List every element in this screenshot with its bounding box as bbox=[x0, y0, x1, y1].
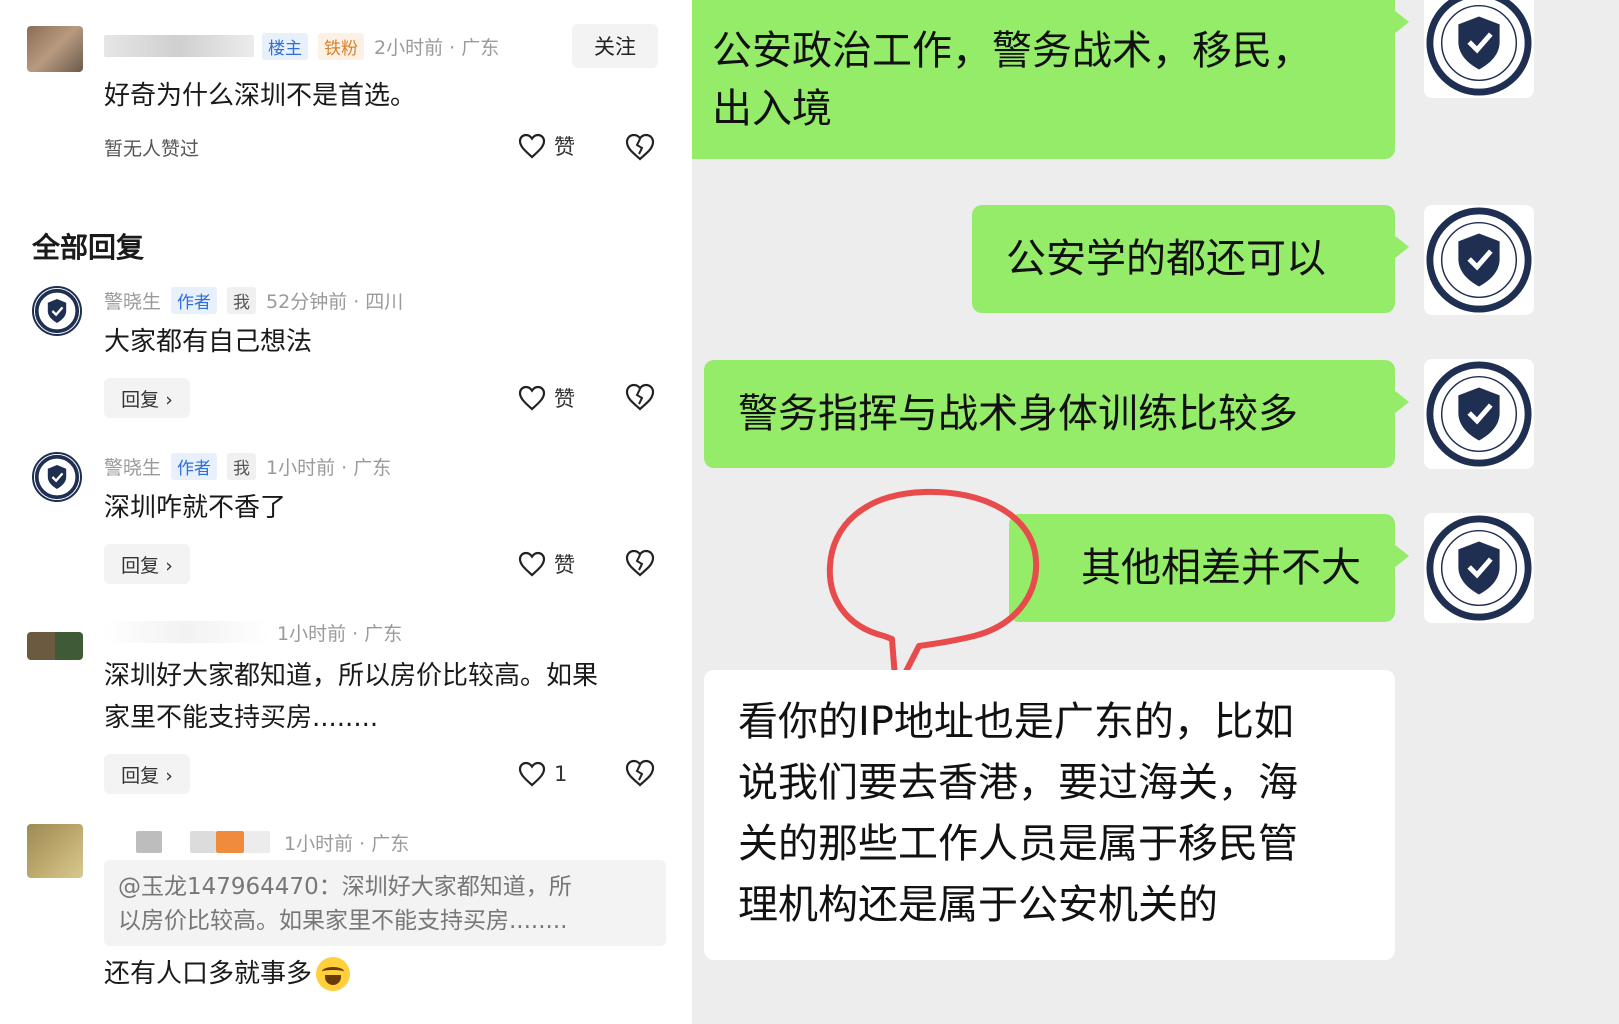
broken-heart-icon[interactable] bbox=[624, 548, 656, 578]
like-label: 赞 bbox=[554, 553, 575, 577]
comment-text: 好奇为什么深圳不是首选。 bbox=[104, 81, 417, 111]
tag-me: 我 bbox=[227, 452, 257, 480]
avatar[interactable] bbox=[32, 452, 82, 502]
like-button[interactable]: 1 bbox=[518, 756, 567, 792]
comment-time: 1小时前 · 广东 bbox=[284, 832, 410, 855]
heart-outline-icon bbox=[518, 761, 546, 787]
tag-tiefen: 铁粉 bbox=[318, 32, 364, 60]
quote-line1: @玉龙147964470：深圳好大家都知道，所 bbox=[118, 874, 572, 900]
comment-meta: 警晓生 作者 我 1小时前 · 广东 bbox=[104, 452, 391, 480]
heart-outline-icon bbox=[518, 133, 546, 159]
avatar[interactable] bbox=[27, 824, 83, 878]
tag-author: 作者 bbox=[171, 286, 218, 314]
like-label: 赞 bbox=[554, 387, 575, 411]
comment-time: 2小时前 · 广东 bbox=[374, 36, 500, 59]
comment-time: 52分钟前 · 四川 bbox=[266, 290, 404, 313]
avatar[interactable] bbox=[1424, 0, 1534, 98]
quote-line2: 以房价比较高。如果家里不能支持买房........ bbox=[118, 908, 568, 934]
comment-time: 1小时前 · 广东 bbox=[266, 456, 392, 479]
message-line1: 其他相差并不大 bbox=[1081, 545, 1361, 591]
comment-time: 1小时前 · 广东 bbox=[277, 622, 403, 645]
police-badge-avatar-icon bbox=[1426, 207, 1532, 313]
comment-text-line1: 深圳好大家都知道，所以房价比较高。如果 bbox=[104, 661, 599, 691]
quoted-reply: @玉龙147964470：深圳好大家都知道，所 以房价比较高。如果家里不能支持买… bbox=[104, 860, 666, 946]
comment-text: 深圳咋就不香了 bbox=[104, 493, 287, 523]
avatar[interactable] bbox=[27, 26, 83, 72]
heart-outline-icon bbox=[518, 551, 546, 577]
message-line1: 公安学的都还可以 bbox=[1006, 236, 1326, 282]
broken-heart-icon[interactable] bbox=[624, 758, 656, 788]
like-button[interactable]: 赞 bbox=[518, 546, 575, 582]
no-like-text: 暂无人赞过 bbox=[104, 138, 200, 160]
username[interactable]: 警晓生 bbox=[104, 287, 161, 314]
broken-heart-icon[interactable] bbox=[624, 382, 656, 412]
message-line1: 警务指挥与战术身体训练比较多 bbox=[738, 391, 1298, 437]
comment-meta: 楼主 铁粉 2小时前 · 广东 bbox=[104, 32, 499, 60]
username[interactable]: 警晓生 bbox=[104, 453, 161, 480]
blurred-username bbox=[136, 831, 162, 853]
comment-meta: 1小时前 · 广东 bbox=[104, 618, 402, 646]
comment-meta: 1小时前 · 广东 bbox=[104, 828, 409, 856]
police-badge-avatar-icon bbox=[34, 454, 80, 500]
avatar[interactable] bbox=[1424, 513, 1534, 623]
blurred-username bbox=[104, 621, 269, 643]
like-button[interactable]: 赞 bbox=[518, 380, 575, 416]
red-annotation-bubble bbox=[826, 488, 1040, 694]
comment-text: 大家都有自己想法 bbox=[104, 327, 313, 357]
tag-me: 我 bbox=[227, 286, 257, 314]
police-badge-avatar-icon bbox=[34, 288, 80, 334]
avatar[interactable] bbox=[32, 286, 82, 336]
chat-panel: 公安政治工作，警务战术，移民， 出入境 公安学的都还可以 警务指挥与战术身体训练… bbox=[692, 0, 1619, 1024]
message-line1: 看你的IP地址也是广东的，比如 bbox=[738, 699, 1294, 745]
reply-button[interactable]: 回复 › bbox=[104, 754, 190, 794]
chat-bubble-sent: 其他相差并不大 bbox=[1009, 514, 1409, 622]
like-label: 赞 bbox=[554, 135, 575, 159]
avatar[interactable] bbox=[1424, 205, 1534, 315]
tag-louzhu: 楼主 bbox=[262, 32, 308, 60]
comment-meta: 警晓生 作者 我 52分钟前 · 四川 bbox=[104, 286, 403, 314]
reply-button[interactable]: 回复 › bbox=[104, 544, 190, 584]
police-badge-avatar-icon bbox=[1426, 515, 1532, 621]
reply-button[interactable]: 回复 › bbox=[104, 378, 190, 418]
police-badge-avatar-icon bbox=[1426, 361, 1532, 467]
police-badge-avatar-icon bbox=[1426, 0, 1532, 96]
chat-bubble-sent: 公安学的都还可以 bbox=[972, 205, 1409, 313]
all-replies-title: 全部回复 bbox=[32, 231, 145, 264]
avatar[interactable] bbox=[1424, 359, 1534, 469]
comment-text-line2: 家里不能支持买房........ bbox=[104, 703, 379, 733]
chat-bubble-sent: 警务指挥与战术身体训练比较多 bbox=[704, 360, 1409, 468]
chat-bubble-received: 看你的IP地址也是广东的，比如 说我们要去香港，要过海关，海 关的那些工作人员是… bbox=[704, 670, 1395, 960]
message-line2: 说我们要去香港，要过海关，海 bbox=[738, 760, 1298, 806]
chat-bubble-sent: 公安政治工作，警务战术，移民， 出入境 bbox=[692, 0, 1409, 159]
follow-button[interactable]: 关注 bbox=[572, 24, 658, 68]
avatar[interactable] bbox=[27, 632, 83, 660]
broken-heart-icon[interactable] bbox=[624, 132, 656, 162]
message-line4: 理机构还是属于公安机关的 bbox=[738, 882, 1218, 928]
message-line2: 出入境 bbox=[712, 85, 832, 132]
tag-author: 作者 bbox=[171, 452, 218, 480]
message-line1: 公安政治工作，警务战术，移民， bbox=[712, 27, 1312, 74]
comment-panel: 楼主 铁粉 2小时前 · 广东 关注 好奇为什么深圳不是首选。 暂无人赞过 赞 … bbox=[0, 0, 692, 1024]
message-line3: 关的那些工作人员是属于移民管 bbox=[738, 821, 1298, 867]
like-count: 1 bbox=[554, 762, 568, 786]
comment-text: 还有人口多就事多 bbox=[104, 954, 351, 994]
blurred-username bbox=[104, 35, 254, 57]
like-button[interactable]: 赞 bbox=[518, 128, 575, 164]
heart-outline-icon bbox=[518, 385, 546, 411]
laughing-crying-emoji-icon bbox=[316, 957, 351, 991]
comment-text-content: 还有人口多就事多 bbox=[104, 959, 313, 989]
